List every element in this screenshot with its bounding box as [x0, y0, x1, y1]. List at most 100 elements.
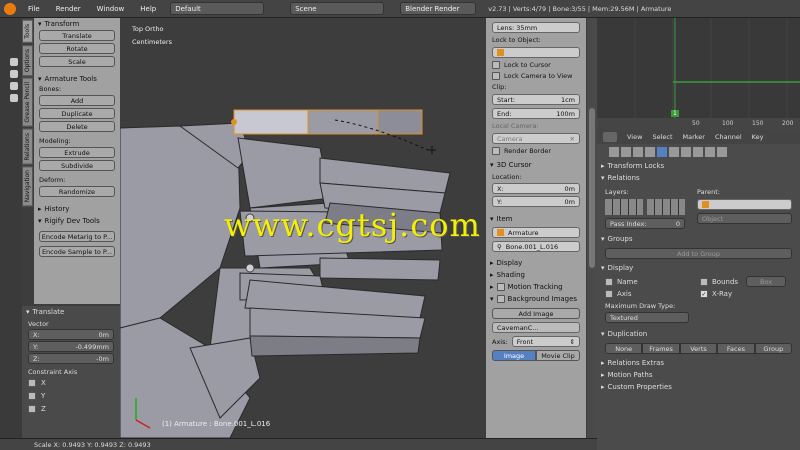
motion-tracking-checkbox[interactable] [496, 283, 505, 291]
tab-options[interactable]: Options [22, 44, 33, 76]
relations-extras-header[interactable]: ▸ Relations Extras [597, 357, 800, 369]
layers-icon[interactable] [621, 147, 631, 157]
texture-icon[interactable] [717, 147, 727, 157]
axis-row[interactable]: Axis [605, 290, 697, 298]
motion-paths-header[interactable]: ▸ Motion Paths [597, 369, 800, 381]
draw-type-dropdown[interactable]: Textured [605, 312, 689, 323]
lens-field[interactable]: Lens: 35mm [492, 22, 580, 33]
timeline-ruler[interactable]: 1 50 100 150 200 [597, 110, 800, 130]
world-icon[interactable] [645, 147, 655, 157]
rotate-button[interactable]: Rotate [39, 43, 115, 54]
layout-selector[interactable]: Default [170, 2, 265, 15]
cursor-y-field[interactable]: Y: 0m [492, 196, 580, 207]
data-icon[interactable] [681, 147, 691, 157]
lock-to-cursor-row[interactable]: Lock to Cursor [492, 61, 580, 69]
bounds-type-dropdown[interactable]: Box [746, 276, 787, 287]
background-images-header[interactable]: ▾ Background Images [486, 293, 586, 305]
xray-row[interactable]: ✓ X-Ray [700, 290, 792, 298]
motion-tracking-header[interactable]: ▸ Motion Tracking [486, 281, 586, 293]
xray-checkbox[interactable]: ✓ [700, 290, 708, 298]
blender-logo-icon[interactable] [4, 2, 16, 15]
axis-dropdown[interactable]: Front ⇕ [511, 336, 580, 347]
vector-y-field[interactable]: Y: -0.499mm [28, 341, 114, 352]
delete-button[interactable]: Delete [39, 121, 115, 132]
render-border-row[interactable]: Render Border [492, 147, 580, 155]
axis-z-box[interactable] [28, 405, 36, 413]
axis-x-box[interactable] [28, 379, 36, 387]
duplication-header[interactable]: ▾ Duplication [597, 328, 800, 340]
menu-help[interactable]: Help [136, 5, 160, 13]
dup-faces-button[interactable]: Faces [717, 343, 755, 354]
armature-tools-header[interactable]: ▾ Armature Tools [34, 73, 120, 85]
parent-type-dropdown[interactable]: Object [697, 213, 792, 224]
render-border-checkbox[interactable] [492, 147, 500, 155]
duplicate-button[interactable]: Duplicate [39, 108, 115, 119]
editor-type-icon[interactable] [603, 132, 617, 142]
menu-key[interactable]: Key [752, 133, 764, 141]
tab-relations[interactable]: Relations [22, 128, 33, 165]
add-image-button[interactable]: Add Image [492, 308, 580, 319]
operator-header[interactable]: ▾ Translate [22, 306, 120, 318]
caveman-image-row[interactable]: CavemanC... [492, 322, 580, 333]
render-engine-selector[interactable]: Blender Render [400, 2, 477, 15]
lock-camera-row[interactable]: Lock Camera to View [492, 72, 580, 80]
vector-x-field[interactable]: X: 0m [28, 329, 114, 340]
axis-x-checkbox[interactable]: X [28, 377, 114, 389]
dup-group-button[interactable]: Group [754, 343, 793, 354]
groups-header[interactable]: ▾ Groups [597, 233, 800, 245]
subdivide-button[interactable]: Subdivide [39, 160, 115, 171]
tab-navigation[interactable]: Navigation [22, 166, 33, 207]
history-header[interactable]: ▸ History [34, 203, 120, 215]
close-icon[interactable]: ✕ [570, 135, 575, 143]
bounds-row[interactable]: Bounds Box [700, 276, 792, 287]
scale-button[interactable]: Scale [39, 56, 115, 67]
menu-select[interactable]: Select [652, 133, 672, 141]
name-checkbox[interactable] [605, 277, 613, 286]
menu-window[interactable]: Window [93, 5, 129, 13]
axis-y-box[interactable] [28, 392, 36, 400]
transform-locks-header[interactable]: ▸ Transform Locks [597, 160, 800, 172]
menu-marker[interactable]: Marker [683, 133, 705, 141]
layers-block-1[interactable] [605, 199, 643, 215]
clip-start-field[interactable]: Start: 1cm [492, 94, 580, 105]
cursor-x-field[interactable]: X: 0m [492, 183, 580, 194]
rigify-header[interactable]: ▾ Rigify Dev Tools [34, 215, 120, 227]
menu-view[interactable]: View [627, 133, 642, 141]
tab-image[interactable]: Image [492, 350, 536, 361]
lock-to-cursor-checkbox[interactable] [492, 61, 500, 69]
add-to-group-button[interactable]: Add to Group [605, 248, 792, 259]
frame-marker[interactable]: 1 [671, 110, 679, 117]
axis-z-checkbox[interactable]: Z [28, 403, 114, 415]
scene-icon[interactable] [633, 147, 643, 157]
object-icon[interactable] [657, 147, 667, 157]
lock-camera-checkbox[interactable] [492, 72, 500, 80]
randomize-button[interactable]: Randomize [39, 186, 115, 197]
timeline-editor[interactable]: 1 50 100 150 200 [597, 18, 800, 130]
display-header[interactable]: ▸ Display [486, 257, 586, 269]
pass-index-field[interactable]: Pass Index: 0 [605, 218, 685, 229]
dup-none-button[interactable]: None [605, 343, 643, 354]
snap-icon-4[interactable] [10, 94, 18, 102]
extrude-button[interactable]: Extrude [39, 147, 115, 158]
tab-movie-clip[interactable]: Movie Clip [536, 350, 580, 361]
background-images-checkbox[interactable] [496, 295, 505, 303]
tab-grease-pencil[interactable]: Grease Pencil [22, 77, 33, 127]
display-header[interactable]: ▾ Display [597, 262, 800, 274]
vector-z-field[interactable]: Z: -0m [28, 353, 114, 364]
translate-button[interactable]: Translate [39, 30, 115, 41]
panel-scrollbar[interactable] [587, 18, 597, 438]
add-bone-button[interactable]: Add [39, 95, 115, 106]
layers-grid[interactable] [605, 199, 685, 215]
parent-field[interactable] [697, 199, 792, 210]
tab-tools[interactable]: Tools [22, 20, 33, 43]
bone-name-field[interactable]: ⚲ Bone.001_L.016 [492, 241, 580, 252]
dup-verts-button[interactable]: Verts [679, 343, 718, 354]
item-header[interactable]: ▾ Item [486, 213, 586, 225]
item-name-field[interactable]: Armature [492, 227, 580, 238]
transform-header[interactable]: ▾ Transform [34, 18, 120, 30]
encode-metarig-button[interactable]: Encode Metarig to P... [39, 231, 115, 242]
relations-header[interactable]: ▾ Relations [597, 172, 800, 184]
custom-properties-header[interactable]: ▸ Custom Properties [597, 381, 800, 393]
axis-y-checkbox[interactable]: Y [28, 390, 114, 402]
menu-render[interactable]: Render [52, 5, 85, 13]
